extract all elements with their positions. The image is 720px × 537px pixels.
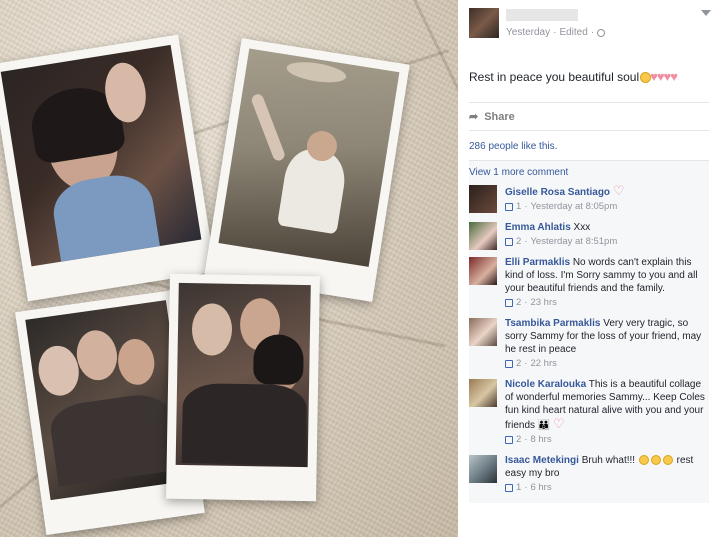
post-text: Rest in peace you beautiful soul [469, 70, 640, 84]
comment-meta: 2 · Yesterday at 8:51pm [505, 235, 709, 248]
post-header: Yesterday · Edited · [458, 0, 720, 48]
commenter-avatar[interactable] [469, 222, 497, 250]
share-arrow-icon: ➦ [469, 111, 479, 123]
polaroid-selfie [0, 34, 216, 302]
edited-label[interactable]: Edited [559, 27, 587, 38]
commenter-avatar[interactable] [469, 185, 497, 213]
thumbs-up-icon[interactable] [505, 298, 513, 307]
post-photo[interactable] [0, 0, 458, 537]
comment-like-count[interactable]: 2 [516, 296, 521, 309]
comment-time[interactable]: Yesterday at 8:05pm [530, 200, 617, 213]
polaroid-trio [166, 273, 320, 502]
commenter-name[interactable]: Emma Ahlatis [505, 222, 571, 233]
comments-section: View 1 more comment Giselle Rosa Santiag… [469, 161, 709, 503]
post-meta: Yesterday · Edited · [506, 27, 606, 38]
comment-like-count[interactable]: 1 [516, 200, 521, 213]
commenter-name[interactable]: Nicole Karalouka [505, 379, 586, 390]
commenter-name[interactable]: Giselle Rosa Santiago [505, 187, 610, 198]
comment: Emma Ahlatis Xxx 2 · Yesterday at 8:51pm [469, 218, 709, 253]
comment-meta: 2 · 22 hrs [505, 357, 709, 370]
comment-time[interactable]: 6 hrs [530, 481, 551, 494]
commenter-avatar[interactable] [469, 318, 497, 346]
view-more-comments-link[interactable]: View 1 more comment [469, 167, 709, 181]
globe-icon [597, 28, 606, 37]
comment-text: Xxx [573, 222, 591, 233]
commenter-name[interactable]: Tsambika Parmaklis [505, 318, 600, 329]
comment: Elli Parmaklis No words can't explain th… [469, 253, 709, 314]
crying-emoji-icon [650, 455, 661, 465]
post-text-row: Rest in peace you beautiful soul ♥ ♥ ♥ ♥ [458, 48, 720, 88]
comment: Tsambika Parmaklis Very very tragic, so … [469, 314, 709, 375]
meta-separator: · [590, 27, 595, 38]
comment-time[interactable]: 23 hrs [530, 296, 556, 309]
meta-separator: · [553, 27, 557, 38]
comment-like-count[interactable]: 2 [516, 357, 521, 370]
comment: Nicole Karalouka This is a beautiful col… [469, 375, 709, 451]
chevron-down-icon[interactable] [701, 10, 711, 16]
family-emoji-icon: 👪 [537, 420, 551, 431]
comment-meta: 2 · 8 hrs [505, 433, 709, 446]
polaroid-wall-lamp [204, 38, 410, 302]
comment-meta: 1 · 6 hrs [505, 481, 709, 494]
crying-emoji-icon [662, 455, 673, 465]
thumbs-up-icon[interactable] [505, 483, 513, 492]
commenter-avatar[interactable] [469, 379, 497, 407]
post-panel: Yesterday · Edited · Rest in peace you b… [458, 0, 720, 537]
heart-emoji-icon: ♡ [553, 416, 565, 431]
author-avatar[interactable] [469, 8, 499, 38]
thumbs-up-icon[interactable] [505, 359, 513, 368]
comment-text: Bruh what!!! [581, 455, 636, 466]
comment-meta: 2 · 23 hrs [505, 296, 709, 309]
comment-like-count[interactable]: 2 [516, 235, 521, 248]
thumbs-up-icon[interactable] [505, 435, 513, 444]
heart-emoji-icon: ♥ [670, 69, 678, 84]
likes-count[interactable]: 286 people like this. [469, 131, 709, 161]
comment-time[interactable]: 22 hrs [530, 357, 556, 370]
crying-emoji-icon [638, 455, 649, 465]
commenter-name[interactable]: Elli Parmaklis [505, 257, 570, 268]
comment-like-count[interactable]: 1 [516, 481, 521, 494]
comment-time[interactable]: 8 hrs [530, 433, 551, 446]
author-name-redacted[interactable] [506, 9, 578, 21]
comment-like-count[interactable]: 2 [516, 433, 521, 446]
share-button[interactable]: ➦ Share [469, 102, 709, 131]
comment: Giselle Rosa Santiago ♡ 1 · Yesterday at… [469, 181, 709, 218]
share-label: Share [484, 110, 515, 123]
thumbs-up-icon[interactable] [505, 237, 513, 246]
commenter-name[interactable]: Isaac Metekingi [505, 455, 579, 466]
comment-time[interactable]: Yesterday at 8:51pm [530, 235, 617, 248]
commenter-avatar[interactable] [469, 455, 497, 483]
commenter-avatar[interactable] [469, 257, 497, 285]
comment-meta: 1 · Yesterday at 8:05pm [505, 200, 709, 213]
heart-emoji-icon: ♡ [612, 183, 625, 198]
post-timestamp[interactable]: Yesterday [506, 27, 550, 38]
comment: Isaac Metekingi Bruh what!!! rest easy m… [469, 451, 709, 499]
thumbs-up-icon[interactable] [505, 202, 513, 211]
